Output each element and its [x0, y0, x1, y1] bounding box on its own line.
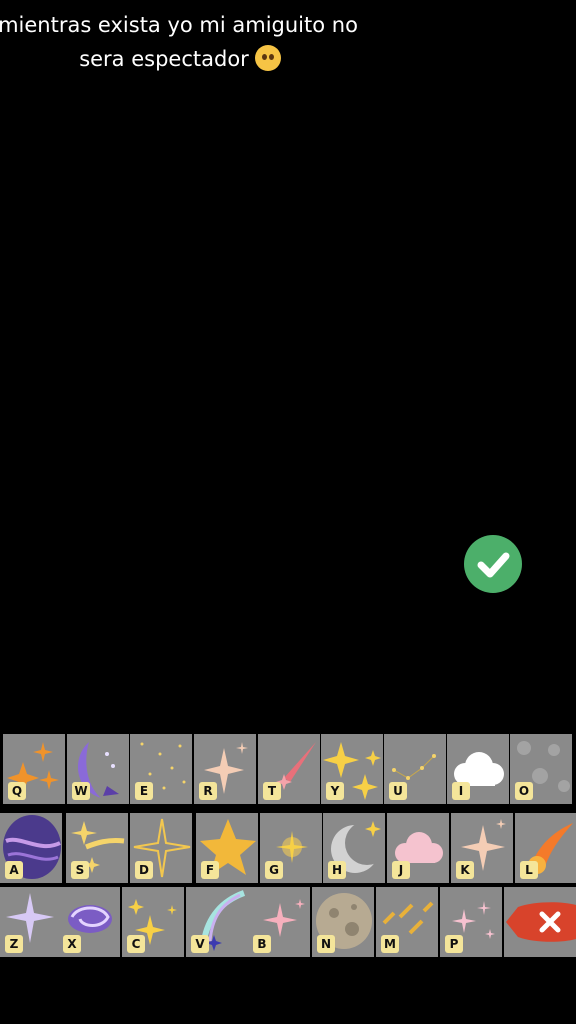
key-l[interactable]: L	[515, 813, 576, 883]
key-label: L	[520, 861, 538, 879]
caption-text: mientras exista yo mi amiguito no sera e…	[0, 8, 360, 76]
key-label: N	[317, 935, 335, 953]
key-label: D	[135, 861, 153, 879]
key-label: Y	[326, 782, 344, 800]
key-t[interactable]: T	[258, 734, 320, 804]
key-label: O	[515, 782, 533, 800]
key-label: X	[63, 935, 81, 953]
key-r[interactable]: R	[194, 734, 256, 804]
key-label: I	[452, 782, 470, 800]
key-label: Z	[5, 935, 23, 953]
key-label: T	[263, 782, 281, 800]
check-icon	[477, 552, 510, 578]
key-label: E	[135, 782, 153, 800]
caption-line-2: sera espectador	[79, 45, 281, 71]
key-j[interactable]: J	[387, 813, 449, 883]
key-label: P	[445, 935, 463, 953]
delete-key[interactable]	[504, 887, 576, 957]
key-label: A	[5, 861, 23, 879]
key-z[interactable]: Z	[0, 887, 62, 957]
key-p[interactable]: P	[440, 887, 502, 957]
key-q[interactable]: Q	[3, 734, 65, 804]
key-m[interactable]: M	[376, 887, 438, 957]
key-d[interactable]: D	[130, 813, 192, 883]
key-label: K	[456, 861, 474, 879]
key-b[interactable]: B	[248, 887, 310, 957]
key-u[interactable]: U	[384, 734, 446, 804]
key-a[interactable]: A	[0, 813, 62, 883]
key-o[interactable]: O	[510, 734, 572, 804]
key-label: W	[72, 782, 90, 800]
key-s[interactable]: S	[66, 813, 128, 883]
key-g[interactable]: G	[260, 813, 322, 883]
caption-line-2-text: sera espectador	[79, 47, 249, 71]
key-c[interactable]: C	[122, 887, 184, 957]
key-label: B	[253, 935, 271, 953]
key-e[interactable]: E	[130, 734, 192, 804]
key-i[interactable]: I	[447, 734, 509, 804]
caption-line-1: mientras exista yo mi amiguito no	[0, 13, 358, 37]
key-label: J	[392, 861, 410, 879]
pleading-face-emoji-icon	[254, 45, 281, 71]
key-label: C	[127, 935, 145, 953]
key-k[interactable]: K	[451, 813, 513, 883]
key-label: F	[201, 861, 219, 879]
key-label: Q	[8, 782, 26, 800]
key-v[interactable]: V	[186, 887, 248, 957]
key-f[interactable]: F	[196, 813, 258, 883]
key-h[interactable]: H	[323, 813, 385, 883]
key-label: U	[389, 782, 407, 800]
key-n[interactable]: N	[312, 887, 374, 957]
key-label: V	[191, 935, 209, 953]
key-label: M	[381, 935, 399, 953]
confirm-check-button[interactable]	[464, 535, 522, 593]
key-label: H	[328, 861, 346, 879]
delete-x-icon	[506, 902, 576, 942]
key-y[interactable]: Y	[321, 734, 383, 804]
key-label: S	[71, 861, 89, 879]
key-label: G	[265, 861, 283, 879]
key-x[interactable]: X	[58, 887, 120, 957]
key-label: R	[199, 782, 217, 800]
key-w[interactable]: W	[67, 734, 129, 804]
